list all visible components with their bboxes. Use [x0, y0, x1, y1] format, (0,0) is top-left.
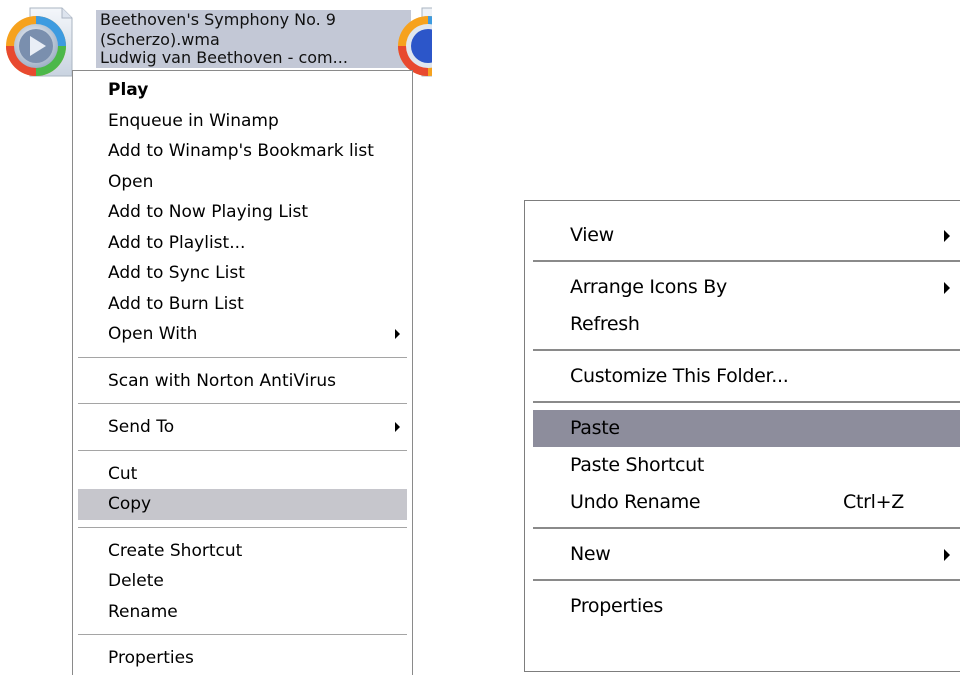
menu-item-create-shortcut[interactable]: Create Shortcut [73, 536, 412, 567]
menu-item-label: Refresh [570, 313, 640, 335]
menu-separator [78, 356, 407, 359]
file-name-line-1: Beethoven's Symphony No. 9 [100, 10, 336, 29]
menu-item-label: Send To [108, 417, 175, 437]
menu-item-properties[interactable]: Properties [525, 588, 960, 625]
menu-item-add-to-playlist[interactable]: Add to Playlist... [73, 228, 412, 259]
menu-separator [533, 401, 960, 404]
menu-item-label: Open With [108, 324, 198, 344]
menu-item-rename[interactable]: Rename [73, 597, 412, 628]
menu-item-label: Paste [570, 417, 620, 439]
menu-item-label: Undo Rename [570, 491, 701, 513]
menu-item-label: View [570, 224, 614, 246]
menu-item-add-to-sync-list[interactable]: Add to Sync List [73, 258, 412, 289]
keyboard-shortcut: Ctrl+Z [843, 491, 904, 513]
menu-separator [533, 349, 960, 352]
submenu-arrow-icon [395, 422, 400, 432]
menu-item-label: Cut [108, 463, 138, 484]
menu-separator [533, 260, 960, 263]
submenu-arrow-icon [944, 549, 950, 561]
menu-item-new[interactable]: New [525, 536, 960, 573]
folder-context-menu: View Arrange Icons By Refresh Customize … [524, 200, 960, 672]
menu-separator [78, 526, 407, 529]
menu-item-label: Delete [108, 571, 164, 591]
menu-item-label: Copy [108, 494, 152, 514]
file-context-menu: Play Enqueue in Winamp Add to Winamp's Boo… [72, 70, 413, 675]
menu-separator [78, 403, 407, 405]
menu-item-refresh[interactable]: Refresh [525, 306, 960, 343]
menu-item-label: Add to Burn List [108, 293, 244, 314]
menu-item-add-to-now-playing-list[interactable]: Add to Now Playing List [73, 197, 412, 228]
menu-item-open-with[interactable]: Open With [73, 319, 412, 350]
menu-item-label: Create Shortcut [108, 540, 243, 561]
file-name-label[interactable]: Beethoven's Symphony No. 9 (Scherzo).wma… [96, 10, 411, 68]
menu-item-open[interactable]: Open [73, 167, 412, 198]
menu-separator [78, 634, 407, 636]
menu-item-label: Rename [108, 601, 178, 622]
menu-item-undo-rename[interactable]: Undo Rename Ctrl+Z [525, 484, 960, 521]
menu-item-label: Properties [570, 595, 664, 617]
menu-item-label: Open [108, 171, 154, 192]
menu-item-paste[interactable]: Paste [533, 410, 960, 447]
menu-item-label: Scan with Norton AntiVirus [108, 370, 336, 391]
menu-item-copy[interactable]: Copy [78, 489, 407, 520]
menu-separator [533, 579, 960, 582]
menu-item-add-to-burn-list[interactable]: Add to Burn List [73, 289, 412, 320]
submenu-arrow-icon [944, 230, 950, 242]
menu-separator [533, 527, 960, 530]
menu-item-label: New [570, 543, 611, 565]
menu-item-send-to[interactable]: Send To [73, 412, 412, 443]
menu-item-add-to-winamp-s-bookmark-list[interactable]: Add to Winamp's Bookmark list [73, 136, 412, 167]
menu-item-label: Paste Shortcut [570, 454, 705, 476]
submenu-arrow-icon [395, 329, 400, 339]
menu-item-paste-shortcut[interactable]: Paste Shortcut [525, 447, 960, 484]
submenu-arrow-icon [944, 282, 950, 294]
file-artist-line: Ludwig van Beethoven - com... [100, 48, 348, 67]
menu-item-enqueue-in-winamp[interactable]: Enqueue in Winamp [73, 106, 412, 137]
menu-item-arrange-icons-by[interactable]: Arrange Icons By [525, 269, 960, 306]
menu-item-label: Play [108, 80, 149, 100]
menu-item-play[interactable]: Play [73, 75, 412, 106]
menu-item-label: Add to Playlist... [108, 232, 246, 253]
menu-item-scan-with-norton-antivirus[interactable]: Scan with Norton AntiVirus [73, 366, 412, 397]
menu-item-label: Add to Winamp's Bookmark list [108, 141, 374, 161]
menu-item-label: Add to Now Playing List [108, 202, 309, 222]
menu-item-properties[interactable]: Properties [73, 643, 412, 674]
menu-item-label: Properties [108, 648, 194, 668]
menu-item-label: Customize This Folder... [570, 365, 789, 387]
menu-separator [78, 449, 407, 452]
wma-file-icon[interactable] [0, 6, 76, 82]
menu-item-view[interactable]: View [525, 217, 960, 254]
menu-item-customize-folder[interactable]: Customize This Folder... [525, 358, 960, 395]
menu-item-delete[interactable]: Delete [73, 566, 412, 597]
menu-item-cut[interactable]: Cut [73, 459, 412, 490]
menu-item-label: Enqueue in Winamp [108, 110, 279, 131]
file-name-line-2: (Scherzo).wma [100, 30, 220, 49]
menu-item-label: Add to Sync List [108, 263, 245, 283]
menu-item-label: Arrange Icons By [570, 276, 727, 298]
